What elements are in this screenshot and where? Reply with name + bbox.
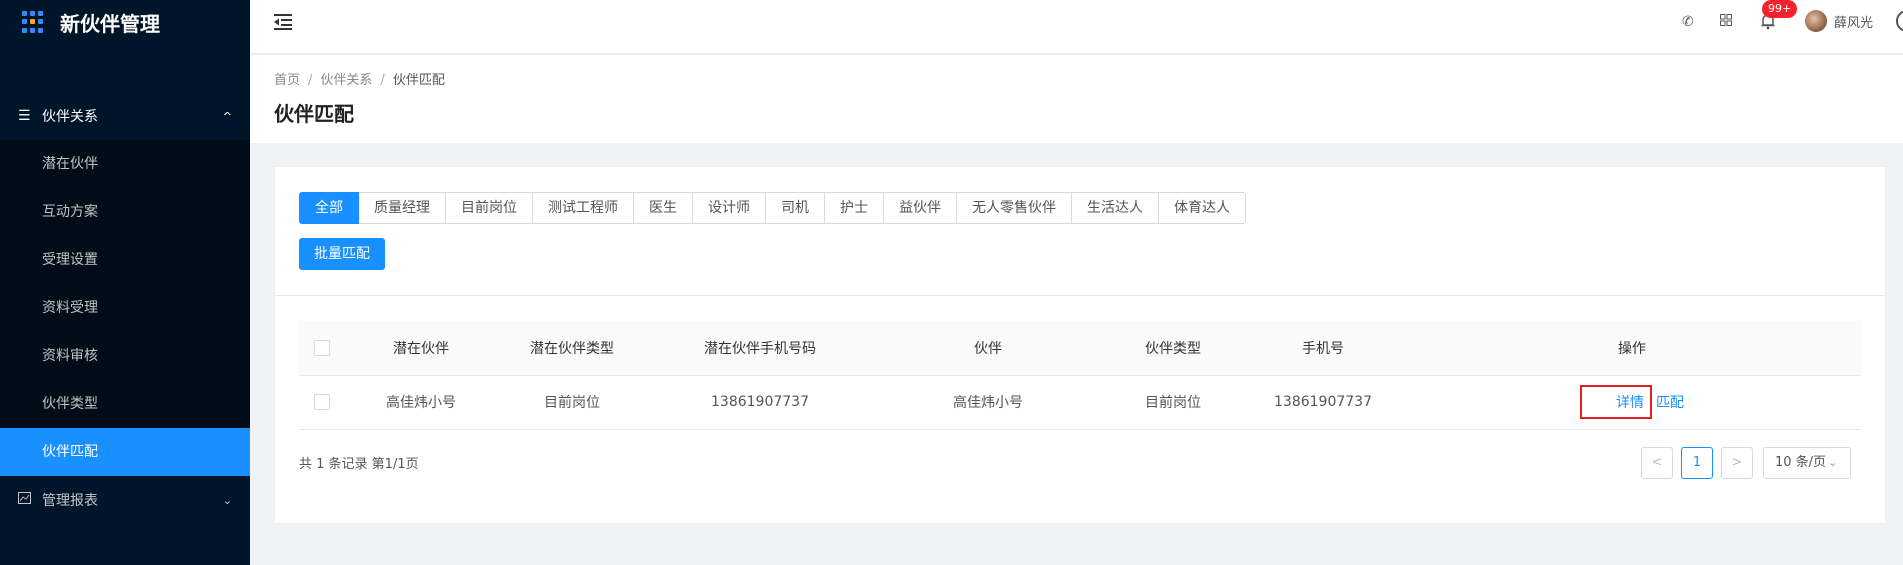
column-header: 潜在伙伴手机号码: [647, 321, 873, 376]
globe-icon[interactable]: [1896, 10, 1903, 32]
table-header-row: 潜在伙伴 潜在伙伴类型 潜在伙伴手机号码 伙伴 伙伴类型 手机号 操作: [299, 321, 1861, 376]
cell-actions: 详情 匹配: [1403, 375, 1861, 430]
breadcrumb-separator: /: [308, 73, 313, 88]
tab-all[interactable]: 全部: [299, 192, 359, 224]
sidebar: 新伙伴管理 ☰ 伙伴关系 ^ 潜在伙伴 互动方案 受理设置 资料受理 资料审核 …: [0, 0, 250, 565]
content-card: 全部 质量经理 目前岗位 测试工程师 医生 设计师 司机 护士 益伙伴 无人零售…: [274, 166, 1886, 524]
notification-badge: 99+: [1762, 0, 1798, 18]
cell-potential-type: 目前岗位: [497, 375, 647, 430]
category-tabs: 全部 质量经理 目前岗位 测试工程师 医生 设计师 司机 护士 益伙伴 无人零售…: [299, 192, 1246, 224]
prev-page-button[interactable]: <: [1641, 447, 1673, 479]
logo[interactable]: 新伙伴管理: [0, 0, 250, 44]
tab-current-position[interactable]: 目前岗位: [446, 192, 533, 224]
phone-icon[interactable]: ✆: [1682, 14, 1694, 30]
menu-group-label: 伙伴关系: [42, 109, 98, 125]
tab-driver[interactable]: 司机: [766, 192, 825, 224]
table-row: 高佳炜小号 目前岗位 13861907737 高佳炜小号 目前岗位 138619…: [299, 375, 1861, 430]
row-checkbox[interactable]: [314, 394, 330, 410]
breadcrumb-home[interactable]: 首页: [274, 73, 300, 88]
page-title: 伙伴匹配: [274, 102, 354, 126]
tab-designer[interactable]: 设计师: [693, 192, 766, 224]
sidebar-item-interaction-plan[interactable]: 互动方案: [0, 188, 250, 236]
submenu: 潜在伙伴 互动方案 受理设置 资料受理 资料审核 伙伴类型 伙伴匹配: [0, 140, 250, 476]
match-link[interactable]: 匹配: [1656, 395, 1684, 411]
page-number[interactable]: 1: [1681, 447, 1713, 479]
cell-phone: 13861907737: [1243, 375, 1403, 430]
breadcrumb-separator: /: [380, 73, 385, 88]
page-size-value: 10 条/页: [1775, 455, 1827, 470]
sidebar-item-potential-partner[interactable]: 潜在伙伴: [0, 140, 250, 188]
tab-benefit-partner[interactable]: 益伙伴: [884, 192, 957, 224]
batch-match-button[interactable]: 批量匹配: [299, 238, 385, 270]
filter-area: 全部 质量经理 目前岗位 测试工程师 医生 设计师 司机 护士 益伙伴 无人零售…: [275, 167, 1885, 296]
detail-link[interactable]: 详情: [1580, 385, 1652, 419]
top-header: ✆ 99+ 薛风光: [250, 0, 1903, 54]
column-header: 潜在伙伴: [345, 321, 497, 376]
sidebar-item-material-review[interactable]: 资料审核: [0, 332, 250, 380]
menu-fold-icon[interactable]: [274, 13, 294, 31]
chevron-down-icon: ⌄: [222, 493, 232, 507]
column-header: 伙伴: [873, 321, 1103, 376]
menu-lines-icon: ☰: [18, 108, 31, 124]
menu-group-partner-relations[interactable]: ☰ 伙伴关系 ^: [0, 92, 250, 140]
chevron-down-icon: ⌄: [1828, 456, 1838, 469]
page-size-select[interactable]: 10 条/页 ⌄: [1763, 447, 1851, 479]
match-table: 潜在伙伴 潜在伙伴类型 潜在伙伴手机号码 伙伴 伙伴类型 手机号 操作 高佳炜小…: [299, 321, 1861, 430]
column-header: 潜在伙伴类型: [497, 321, 647, 376]
column-header: 伙伴类型: [1103, 321, 1243, 376]
tab-sports-expert[interactable]: 体育达人: [1159, 192, 1246, 224]
tab-lifestyle-expert[interactable]: 生活达人: [1072, 192, 1159, 224]
column-header: 操作: [1403, 321, 1861, 376]
chevron-up-icon: ^: [222, 109, 232, 123]
tab-test-engineer[interactable]: 测试工程师: [533, 192, 634, 224]
cell-partner: 高佳炜小号: [873, 375, 1103, 430]
column-header: 手机号: [1243, 321, 1403, 376]
sidebar-item-partner-type[interactable]: 伙伴类型: [0, 380, 250, 428]
total-records: 共 1 条记录 第1/1页: [299, 457, 419, 472]
avatar[interactable]: [1805, 10, 1827, 32]
tab-quality-manager[interactable]: 质量经理: [359, 192, 446, 224]
header-select-all: [299, 321, 345, 376]
select-all-checkbox[interactable]: [314, 339, 330, 356]
app-title: 新伙伴管理: [60, 11, 160, 36]
app-grid-icon: [22, 11, 44, 33]
apps-grid-icon[interactable]: [1720, 14, 1732, 30]
page-header: 首页 / 伙伴关系 / 伙伴匹配 伙伴匹配: [250, 55, 1903, 143]
username[interactable]: 薛风光: [1834, 12, 1873, 31]
chart-icon: [18, 492, 32, 508]
tab-unmanned-retail-partner[interactable]: 无人零售伙伴: [957, 192, 1072, 224]
cell-potential-phone: 13861907737: [647, 375, 873, 430]
next-page-button[interactable]: >: [1721, 447, 1753, 479]
menu-group-label: 管理报表: [42, 493, 98, 509]
sidebar-item-acceptance-settings[interactable]: 受理设置: [0, 236, 250, 284]
tab-doctor[interactable]: 医生: [634, 192, 693, 224]
sidebar-item-material-acceptance[interactable]: 资料受理: [0, 284, 250, 332]
breadcrumb-parent[interactable]: 伙伴关系: [320, 73, 372, 88]
breadcrumb-current: 伙伴匹配: [392, 73, 445, 88]
sidebar-item-partner-match[interactable]: 伙伴匹配: [0, 428, 250, 476]
pagination: < 1 > 10 条/页 ⌄: [1641, 447, 1851, 479]
row-select-cell: [299, 375, 345, 430]
cell-potential-partner: 高佳炜小号: [345, 375, 497, 430]
menu-group-management-reports[interactable]: 管理报表 ⌄: [0, 476, 250, 524]
cell-partner-type: 目前岗位: [1103, 375, 1243, 430]
tab-nurse[interactable]: 护士: [825, 192, 884, 224]
breadcrumb: 首页 / 伙伴关系 / 伙伴匹配: [274, 69, 445, 88]
